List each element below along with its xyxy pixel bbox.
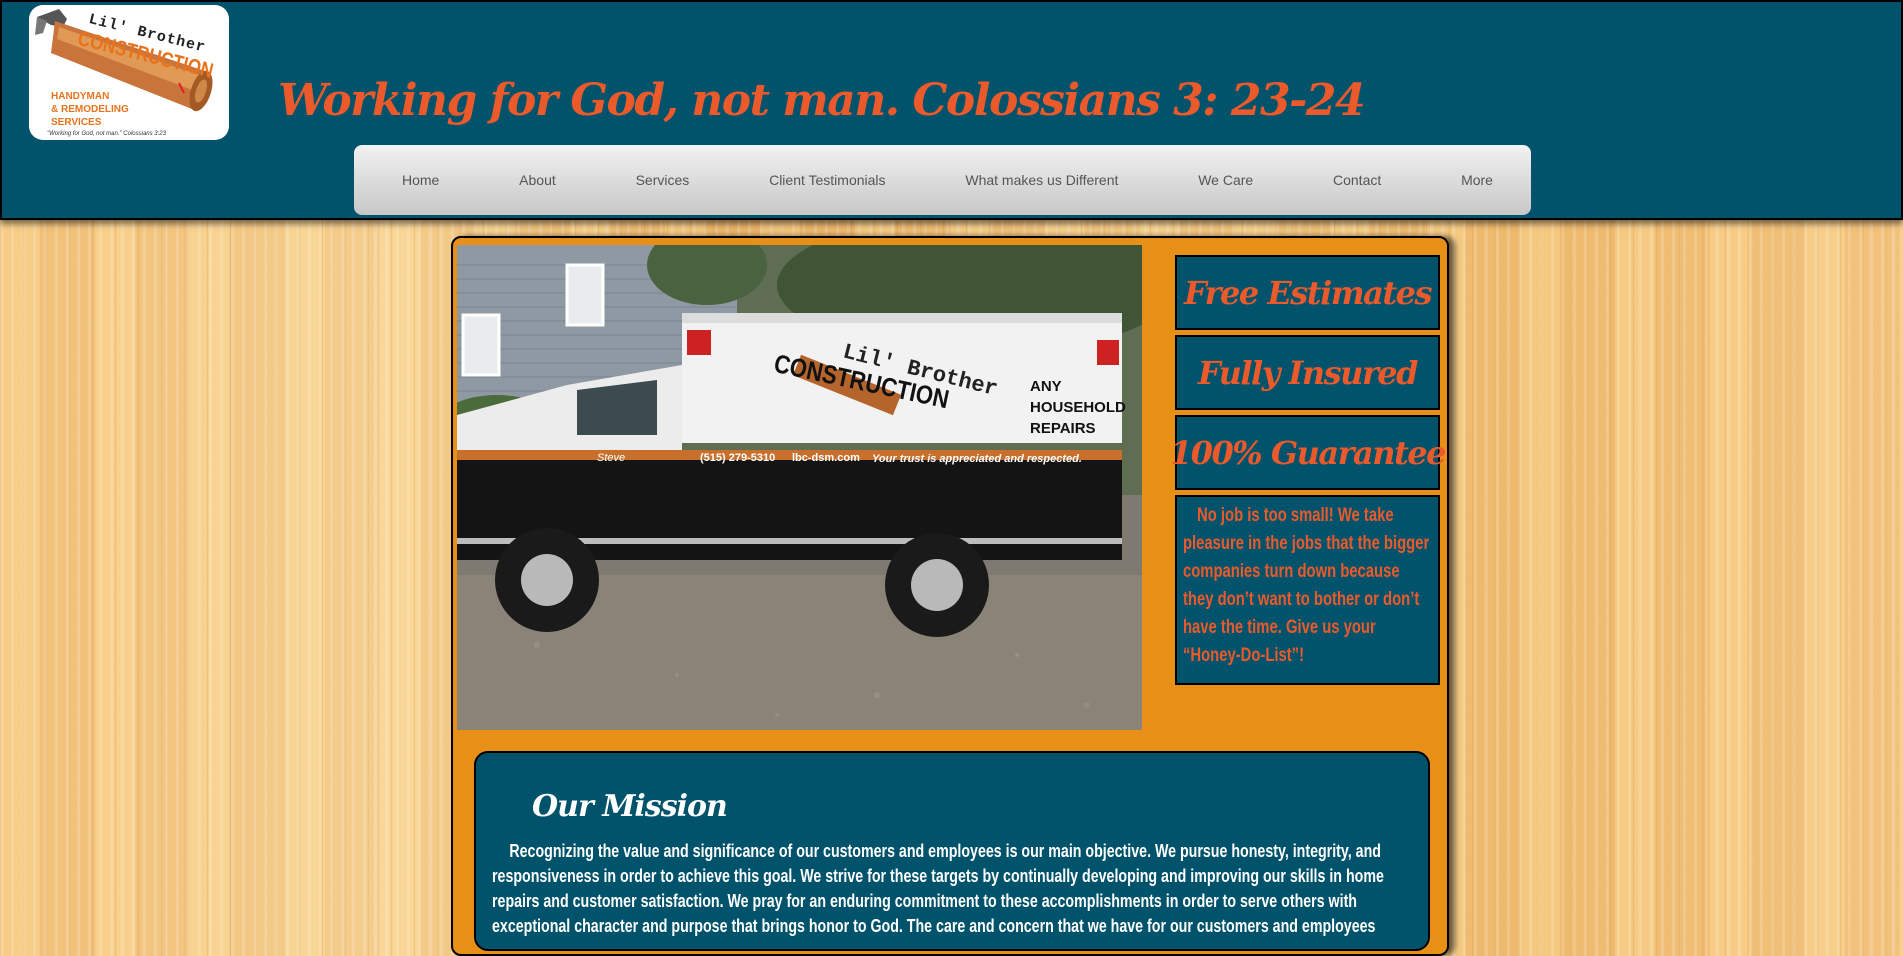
badge-fully-insured: Fully Insured [1175, 335, 1440, 410]
mission-section: Our Mission Recognizing the value and si… [474, 751, 1430, 951]
nav-about[interactable]: About [519, 172, 556, 188]
truck-phone: (515) 279-5310 [700, 452, 775, 464]
logo-service-line: HANDYMAN [51, 91, 110, 102]
logo-service-line: & REMODELING [51, 104, 129, 115]
site-header: Lil' Brother CONSTRUCTION HANDYMAN & REM… [0, 0, 1903, 220]
nav-more[interactable]: More [1461, 172, 1493, 188]
nav-we-care[interactable]: We Care [1198, 172, 1253, 188]
logo-tagline: "Working for God, not man." Colossians 3… [47, 131, 166, 137]
truck-repairs-1: ANY [1030, 378, 1062, 395]
mission-body: Recognizing the value and significance o… [492, 841, 1384, 936]
truck-slogan: Your trust is appreciated and respected. [872, 453, 1082, 465]
no-job-too-small-note: No job is too small! We take pleasure in… [1175, 495, 1440, 685]
badge-label: 100% Guarantee [1169, 433, 1447, 472]
logo-services: HANDYMAN & REMODELING SERVICES [51, 90, 129, 129]
badge-label: Free Estimates [1184, 273, 1432, 312]
truck-repairs-2: HOUSEHOLD [1030, 399, 1126, 416]
nav-what-makes-us-different[interactable]: What makes us Different [965, 172, 1118, 188]
badge-guarantee: 100% Guarantee [1170, 415, 1447, 490]
nav-services[interactable]: Services [636, 172, 690, 188]
truck-name: Steve [597, 452, 625, 464]
main-nav: Home About Services Client Testimonials … [354, 145, 1531, 215]
badge-free-estimates: Free Estimates [1175, 255, 1440, 330]
nav-client-testimonials[interactable]: Client Testimonials [769, 172, 885, 188]
site-headline: Working for God, not man. Colossians 3: … [278, 75, 1366, 126]
truck-repairs-3: REPAIRS [1030, 420, 1096, 437]
logo-service-line: SERVICES [51, 117, 102, 128]
note-text: No job is too small! We take pleasure in… [1183, 505, 1430, 666]
truck-image: Lil' Brother CONSTRUCTION ANY HOUSEHOLD … [457, 245, 1142, 730]
site-logo[interactable]: Lil' Brother CONSTRUCTION HANDYMAN & REM… [29, 5, 229, 140]
truck-photo: Lil' Brother CONSTRUCTION ANY HOUSEHOLD … [457, 245, 1142, 730]
nav-contact[interactable]: Contact [1333, 172, 1381, 188]
mission-title: Our Mission [532, 789, 728, 824]
nav-home[interactable]: Home [402, 172, 439, 188]
truck-site: lbc-dsm.com [792, 452, 860, 464]
badge-label: Fully Insured [1197, 353, 1419, 392]
